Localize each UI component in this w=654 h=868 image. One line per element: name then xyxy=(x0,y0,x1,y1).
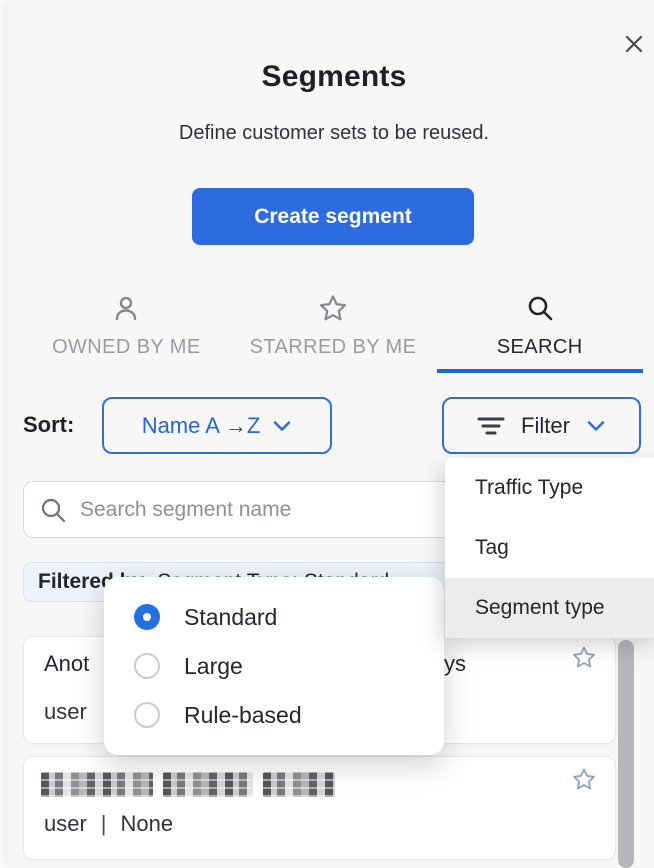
radio-option-rule-based[interactable]: Rule-based xyxy=(104,691,444,740)
search-icon xyxy=(523,292,557,326)
radio-option-standard[interactable]: Standard xyxy=(104,593,444,642)
tab-label: SEARCH xyxy=(497,336,583,359)
active-tab-underline xyxy=(437,369,643,373)
sort-value: Name A →Z xyxy=(142,413,261,439)
segment-title-fragment: Anot xyxy=(44,651,89,677)
radio-selected-icon xyxy=(134,604,160,630)
radio-unselected-icon xyxy=(134,702,160,728)
tab-search[interactable]: SEARCH xyxy=(436,292,643,374)
segments-drawer-screen: Segments Define customer sets to be reus… xyxy=(0,0,654,868)
segment-title-redacted xyxy=(41,772,335,797)
create-segment-button[interactable]: Create segment xyxy=(192,188,474,245)
star-icon xyxy=(570,766,598,794)
radio-label: Standard xyxy=(184,604,277,631)
segment-meta: user | None xyxy=(44,811,173,837)
star-toggle-button[interactable] xyxy=(570,766,598,794)
scrollbar-thumb[interactable] xyxy=(618,640,634,868)
tab-bar: OWNED BY ME STARRED BY ME SEARCH xyxy=(23,292,643,374)
segment-tag: None xyxy=(121,811,174,837)
sort-dropdown[interactable]: Name A →Z xyxy=(102,397,332,454)
close-icon xyxy=(624,34,644,54)
close-button[interactable] xyxy=(619,29,649,59)
filter-label: Filter xyxy=(521,413,570,439)
menu-item-traffic-type[interactable]: Traffic Type xyxy=(445,458,654,518)
filter-icon xyxy=(477,414,505,438)
menu-item-tag[interactable]: Tag xyxy=(445,518,654,578)
tab-owned-by-me[interactable]: OWNED BY ME xyxy=(23,292,230,374)
star-icon xyxy=(316,292,350,326)
star-icon xyxy=(570,644,598,672)
person-icon xyxy=(109,292,143,326)
chevron-down-icon xyxy=(272,419,292,433)
segment-type-popup: Standard Large Rule-based xyxy=(104,577,444,755)
segment-owner: user xyxy=(44,699,87,725)
tab-label: STARRED BY ME xyxy=(250,336,417,359)
tab-starred-by-me[interactable]: STARRED BY ME xyxy=(230,292,437,374)
page-title: Segments xyxy=(7,60,654,94)
search-icon xyxy=(38,495,68,525)
tab-label: OWNED BY ME xyxy=(52,336,201,359)
menu-item-segment-type[interactable]: Segment type xyxy=(445,578,654,638)
segment-meta: user xyxy=(44,699,87,725)
radio-option-large[interactable]: Large xyxy=(104,642,444,691)
chevron-down-icon xyxy=(586,419,606,433)
page-subtitle: Define customer sets to be reused. xyxy=(7,122,654,145)
sort-label: Sort: xyxy=(23,412,74,438)
radio-label: Rule-based xyxy=(184,702,302,729)
filter-dropdown-button[interactable]: Filter xyxy=(442,397,641,454)
radio-unselected-icon xyxy=(134,653,160,679)
radio-label: Large xyxy=(184,653,243,680)
segment-owner: user xyxy=(44,811,87,837)
segments-drawer-panel: Segments Define customer sets to be reus… xyxy=(7,0,654,868)
filter-menu: Traffic Type Tag Segment type xyxy=(445,458,654,638)
star-toggle-button[interactable] xyxy=(570,644,598,672)
segment-title-fragment: ys xyxy=(444,651,466,677)
meta-separator: | xyxy=(101,811,107,837)
segment-list-item[interactable]: user | None xyxy=(23,756,616,860)
